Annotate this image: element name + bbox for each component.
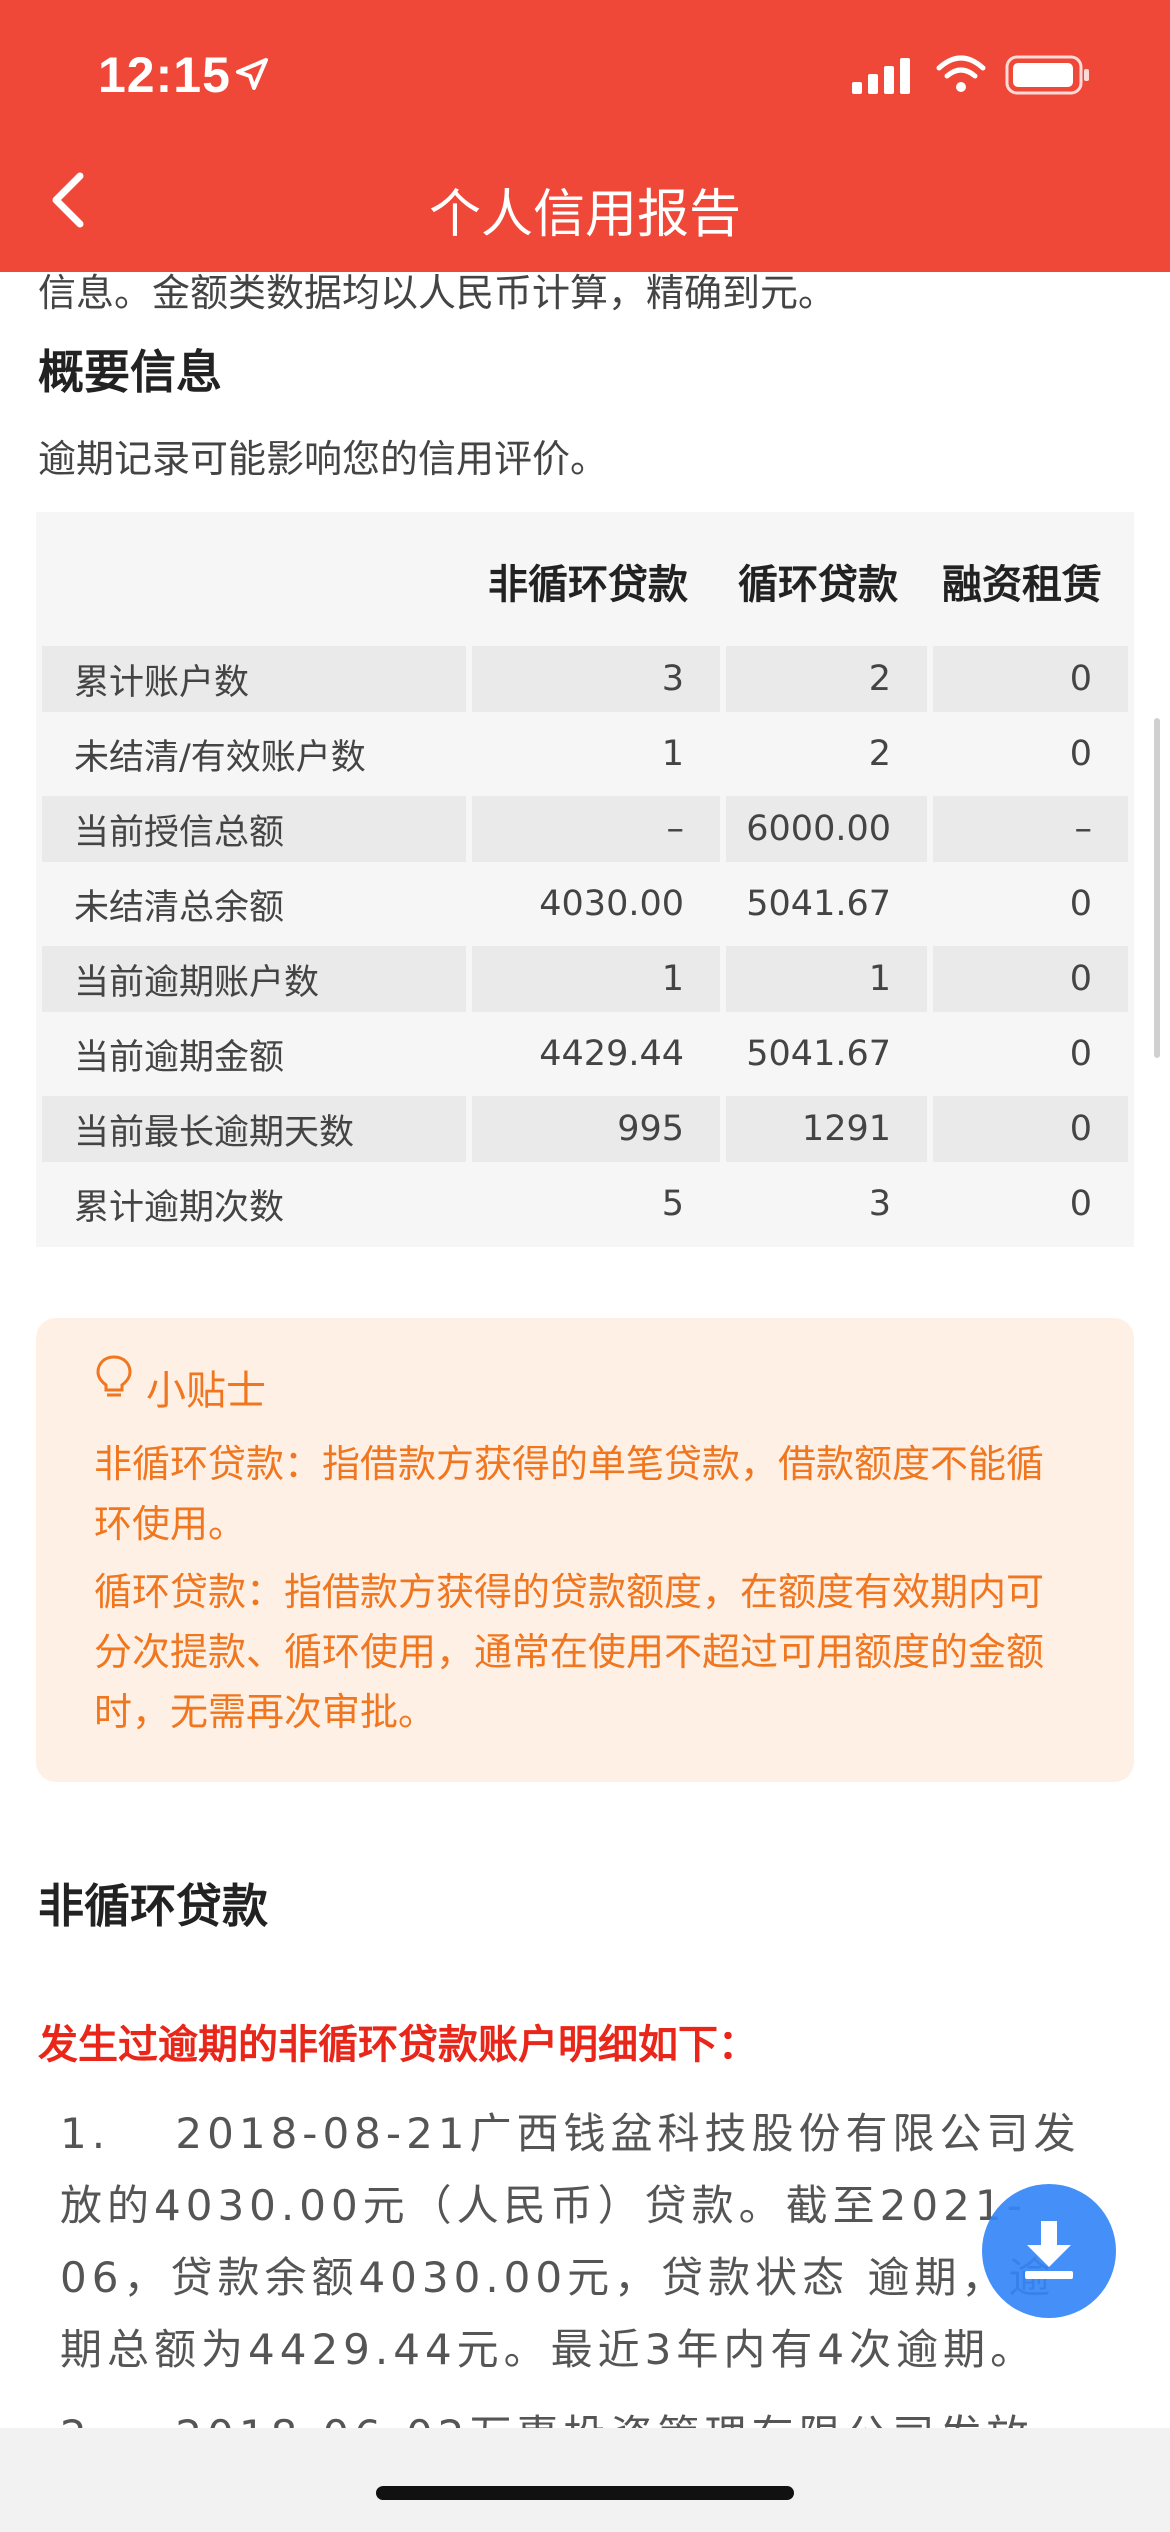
- account-detail-line: 期总额为4429.44元。最近3年内有4次逾期。: [60, 2325, 1038, 2374]
- table-row: 累计账户数 3 2 0: [42, 646, 1134, 712]
- row-label: 累计逾期次数: [74, 1187, 285, 1228]
- cell-non-revolving: 995: [472, 1096, 720, 1162]
- bottom-safe-area: [0, 2428, 1170, 2532]
- cellular-signal-icon: [852, 56, 914, 100]
- row-label: 当前逾期金额: [74, 1037, 285, 1078]
- cell-non-revolving: –: [472, 796, 720, 862]
- table-row: 当前最长逾期天数 995 1291 0: [42, 1096, 1134, 1162]
- lightbulb-icon: [94, 1354, 134, 1404]
- cell-leasing: 0: [1069, 1184, 1092, 1224]
- overdue-heading: 发生过逾期的非循环贷款账户明细如下：: [38, 2022, 758, 2068]
- navigation-bar: 12:15 个人信用报告: [0, 0, 1170, 272]
- scrollbar[interactable]: [1154, 718, 1160, 1058]
- table-row: 未结清总余额 4030.00 5041.67 0: [42, 871, 1134, 937]
- status-time: 12:15: [98, 47, 231, 103]
- row-label: 未结清总余额: [74, 887, 285, 928]
- tip-line: 时，无需再次审批。: [94, 1690, 437, 1734]
- table-row: 未结清/有效账户数 1 2 0: [42, 721, 1134, 787]
- cell-revolving: 6000.00: [726, 796, 927, 862]
- column-header-non-revolving: 非循环贷款: [488, 562, 688, 608]
- tips-title: 小贴士: [146, 1368, 266, 1414]
- wifi-icon: [935, 54, 987, 98]
- row-label: 当前逾期账户数: [42, 946, 466, 1012]
- cell-non-revolving: 1: [661, 734, 684, 774]
- column-header-revolving: 循环贷款: [738, 562, 898, 608]
- cell-non-revolving: 1: [472, 946, 720, 1012]
- cell-non-revolving: 4429.44: [539, 1034, 684, 1074]
- home-indicator[interactable]: [376, 2486, 794, 2500]
- tips-box: 小贴士 非循环贷款：指借款方获得的单笔贷款，借款额度不能循 环使用。 循环贷款：…: [36, 1318, 1134, 1782]
- location-arrow-icon: [232, 54, 272, 98]
- cell-revolving: 2: [868, 734, 891, 774]
- download-icon: [1019, 2217, 1079, 2285]
- cell-revolving: 1: [726, 946, 927, 1012]
- summary-table: 非循环贷款 循环贷款 融资租赁 累计账户数 3 2 0 未结清/有效账户数 1 …: [36, 512, 1134, 1247]
- cell-leasing: –: [933, 796, 1128, 862]
- cell-revolving: 5041.67: [746, 884, 891, 924]
- account-detail-line: 1. 2018-08-21广西钱盆科技股份有限公司发: [60, 2109, 1081, 2158]
- non-revolving-title: 非循环贷款: [38, 1879, 268, 1933]
- account-detail-line: 06，贷款余额4030.00元，贷款状态 逾期，逾: [60, 2253, 1056, 2302]
- table-row: 当前逾期金额 4429.44 5041.67 0: [42, 1021, 1134, 1087]
- cell-revolving: 3: [868, 1184, 891, 1224]
- cell-non-revolving: 3: [472, 646, 720, 712]
- tip-line: 非循环贷款：指借款方获得的单笔贷款，借款额度不能循: [94, 1442, 1045, 1486]
- cell-leasing: 0: [933, 1096, 1128, 1162]
- row-label: 未结清/有效账户数: [74, 737, 366, 778]
- table-row: 当前逾期账户数 1 1 0: [42, 946, 1134, 1012]
- cell-revolving: 2: [726, 646, 927, 712]
- cell-leasing: 0: [933, 946, 1128, 1012]
- battery-icon: [1005, 54, 1091, 100]
- cell-revolving: 5041.67: [746, 1034, 891, 1074]
- row-label: 当前最长逾期天数: [42, 1096, 466, 1162]
- row-label: 累计账户数: [42, 646, 466, 712]
- cell-non-revolving: 5: [661, 1184, 684, 1224]
- table-row: 累计逾期次数 5 3 0: [42, 1171, 1134, 1237]
- tip-line: 分次提款、循环使用，通常在使用不超过可用额度的金额: [94, 1630, 1045, 1674]
- summary-title: 概要信息: [38, 345, 222, 399]
- tip-line: 环使用。: [94, 1502, 247, 1546]
- cell-leasing: 0: [1069, 884, 1092, 924]
- table-header: 非循环贷款 循环贷款 融资租赁: [36, 512, 1134, 642]
- cell-revolving: 1291: [726, 1096, 927, 1162]
- row-label: 当前授信总额: [42, 796, 466, 862]
- tip-line: 循环贷款：指借款方获得的贷款额度，在额度有效期内可: [94, 1570, 1045, 1614]
- page-title: 个人信用报告: [428, 185, 741, 245]
- cell-leasing: 0: [1069, 1034, 1092, 1074]
- cell-leasing: 0: [1069, 734, 1092, 774]
- cell-leasing: 0: [933, 646, 1128, 712]
- table-row: 当前授信总额 – 6000.00 –: [42, 796, 1134, 862]
- cell-non-revolving: 4030.00: [539, 884, 684, 924]
- summary-subtitle: 逾期记录可能影响您的信用评价。: [38, 437, 609, 481]
- column-header-leasing: 融资租赁: [942, 562, 1102, 608]
- account-detail-line: 放的4030.00元（人民币）贷款。截至2021-: [60, 2181, 1027, 2230]
- download-button[interactable]: [982, 2184, 1116, 2318]
